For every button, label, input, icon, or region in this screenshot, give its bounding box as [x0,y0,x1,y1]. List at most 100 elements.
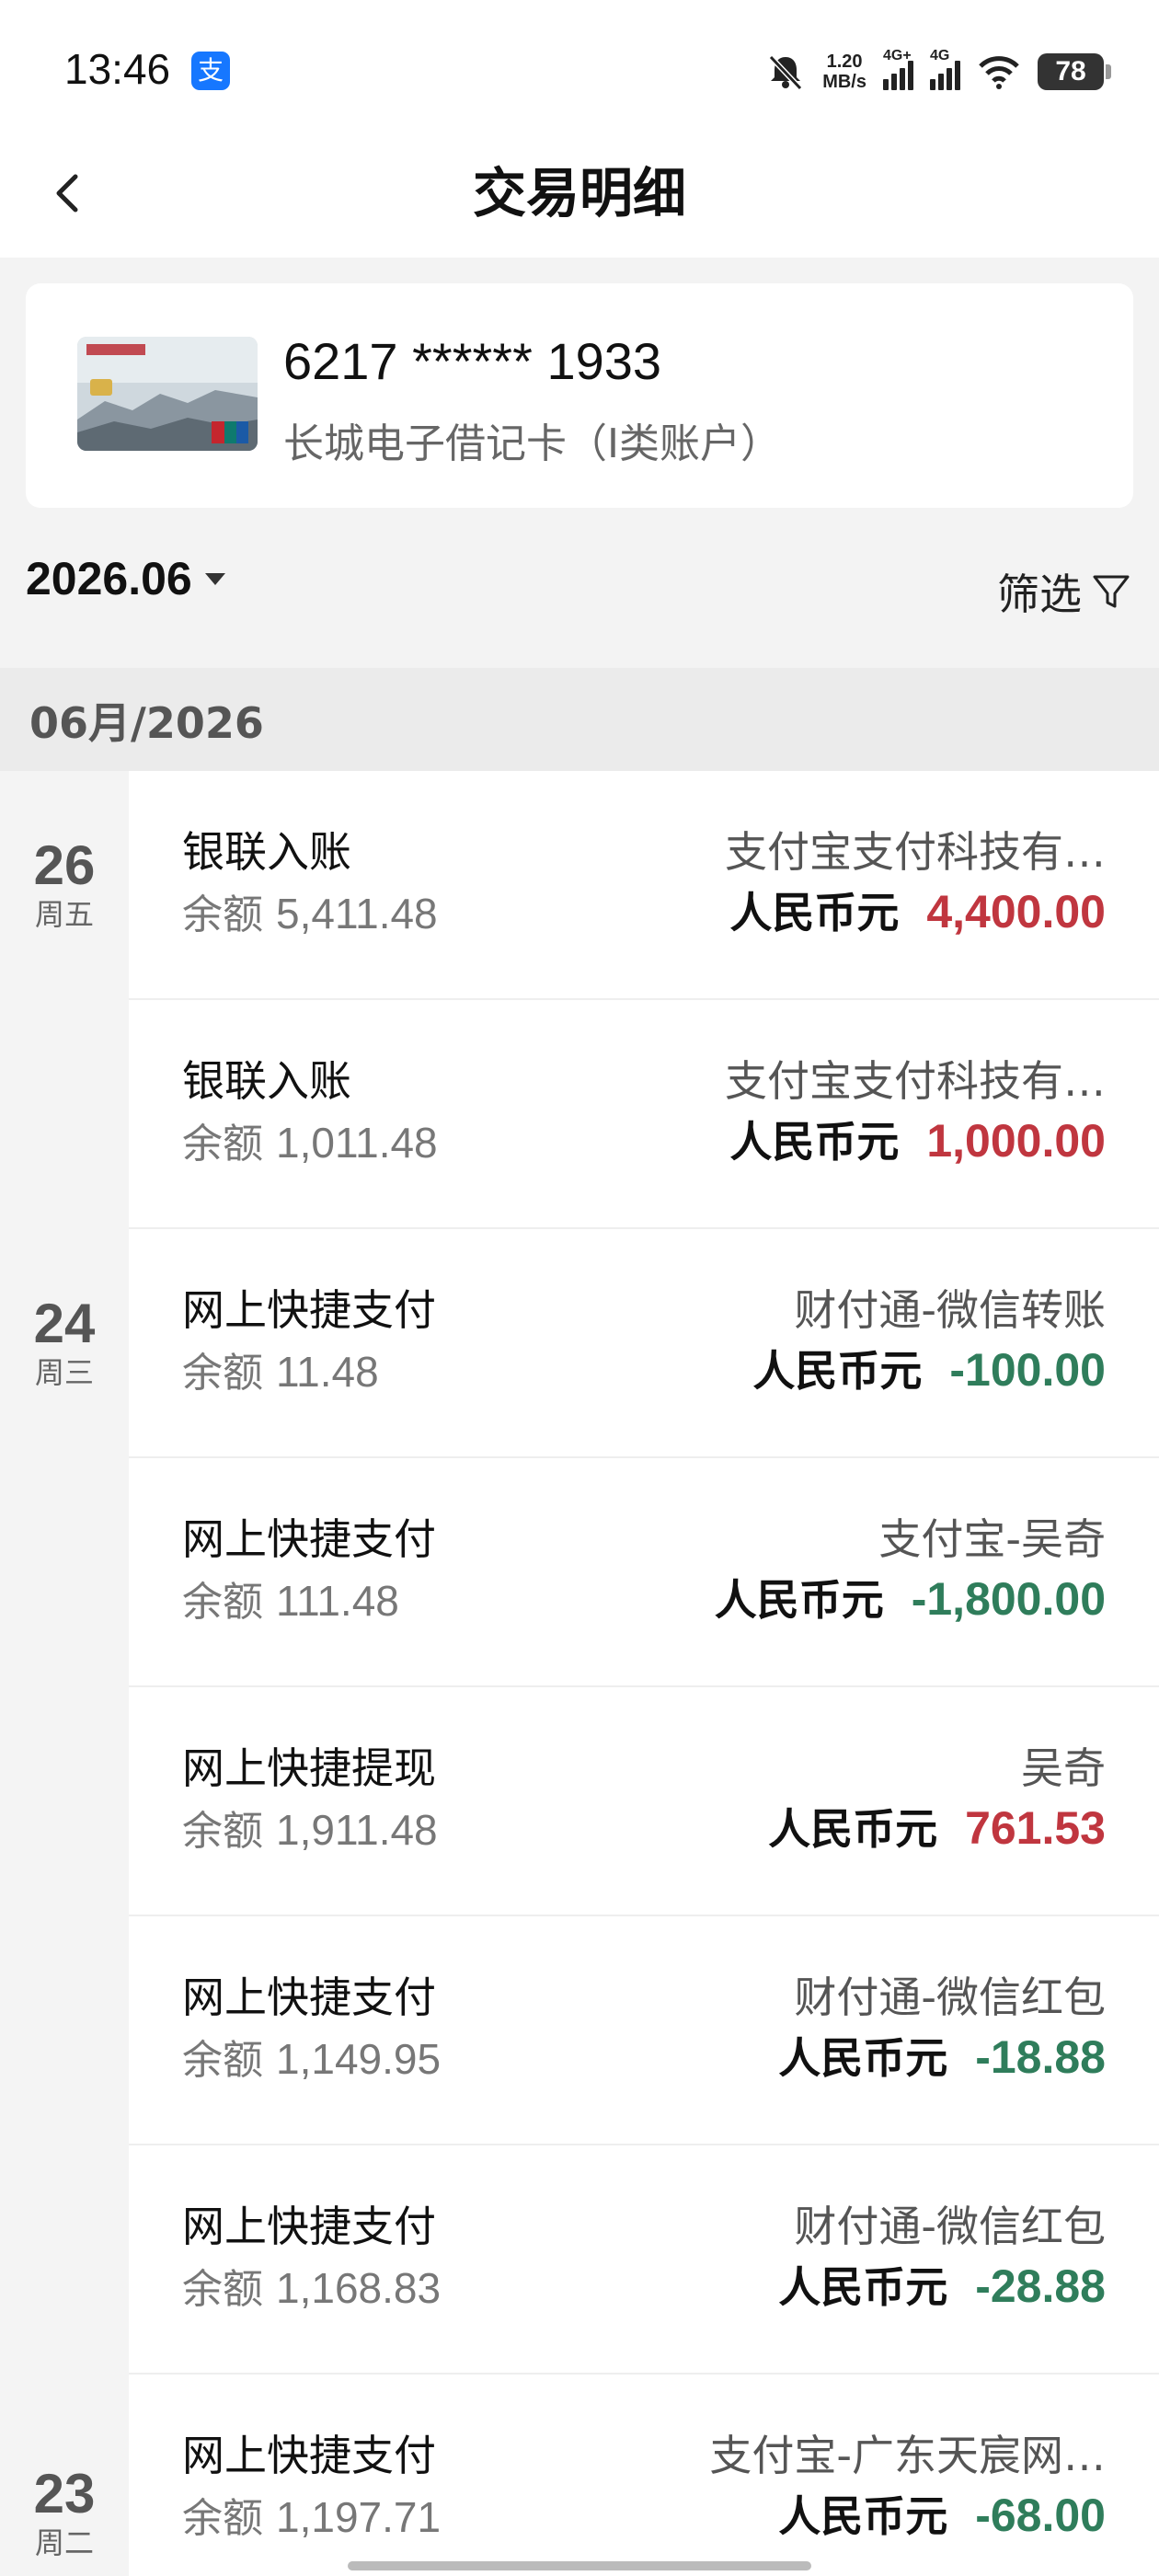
counterparty: 吴奇 [1021,1743,1106,1793]
signal-icon: 4G+ [883,48,913,90]
day-number: 26 [33,834,96,896]
month-value: 2026.06 [26,553,192,604]
transaction-balance: 余额 1,168.83 [182,2256,441,2315]
transaction-balance: 余额 5,411.48 [182,881,438,940]
date-column: 26 周五 24 周三 23 周二 [0,771,129,2576]
transaction-amount: -1,800.00 [911,1573,1106,1625]
balance-value: 1,197.71 [276,2493,442,2541]
page-title: 交易明细 [472,162,686,224]
battery-icon: 78 [1038,53,1111,90]
transaction-row[interactable]: 银联入账 余额 1,011.48 支付宝支付科技有… 人民币元 1,000.00 [129,1000,1159,1229]
counterparty: 财付通-微信红包 [794,2202,1106,2251]
transaction-amount: -28.88 [975,2260,1106,2312]
balance-value: 1,149.95 [276,2035,442,2083]
counterparty: 支付宝-广东天宸网… [709,2431,1106,2480]
transaction-type: 网上快捷支付 [182,2431,436,2480]
net-speed: 1.20 MB/s [822,52,866,92]
transaction-type: 银联入账 [182,1056,351,1106]
amount-line: 人民币元 -68.00 [778,2483,1106,2544]
amount-line: 人民币元 -100.00 [752,1338,1106,1398]
transaction-type: 网上快捷提现 [182,1743,436,1793]
transaction-type: 网上快捷支付 [182,1285,436,1335]
balance-label: 余额 [182,1121,263,1167]
balance-label: 余额 [182,2037,263,2084]
transaction-type: 银联入账 [182,827,351,877]
balance-label: 余额 [182,2495,263,2542]
amount-line: 人民币元 -1,800.00 [715,1567,1106,1627]
balance-label: 余额 [182,1350,263,1397]
transaction-row[interactable]: 银联入账 余额 5,411.48 支付宝支付科技有… 人民币元 4,400.00 [129,771,1159,1000]
alipay-icon: 支 [191,52,230,90]
filter-button[interactable]: 筛选 [997,561,1131,622]
counterparty: 支付宝支付科技有… [725,827,1106,877]
counterparty: 财付通-微信红包 [794,1972,1106,2022]
mute-bell-icon [769,54,803,91]
status-icons: 1.20 MB/s 4G+ 4G 78 [765,44,1111,99]
transaction-balance: 余额 1,911.48 [182,1798,438,1857]
amount-line: 人民币元 -28.88 [778,2254,1106,2315]
weekday: 周三 [34,1355,94,1390]
transaction-amount: -18.88 [975,2031,1106,2083]
caret-down-icon [204,572,225,585]
transaction-balance: 余额 11.48 [182,1340,379,1398]
currency-label: 人民币元 [714,1575,884,1625]
balance-value: 1,911.48 [276,1806,438,1854]
month-section-header: 06月/2026 [0,668,1159,771]
currency-label: 人民币元 [729,888,900,937]
transaction-amount: 1,000.00 [926,1115,1106,1167]
counterparty: 财付通-微信转账 [794,1285,1106,1335]
filter-bar: 2026.06 筛选 [0,552,1159,635]
nav-bar: 交易明细 [0,138,1159,258]
amount-line: 人民币元 761.53 [768,1796,1106,1857]
currency-label: 人民币元 [778,2491,948,2541]
month-picker[interactable]: 2026.06 [26,552,225,605]
weekday: 周二 [34,2525,94,2560]
transaction-balance: 余额 1,149.95 [182,2027,441,2086]
card-number: 6217 ****** 1933 [283,332,662,390]
balance-value: 111.48 [276,1577,399,1625]
transaction-row[interactable]: 网上快捷支付 余额 1,197.71 支付宝-广东天宸网… 人民币元 -68.00 [129,2375,1159,2576]
counterparty: 支付宝支付科技有… [725,1056,1106,1106]
day-number: 24 [33,1293,96,1354]
currency-label: 人民币元 [752,1346,923,1396]
funnel-icon [1093,575,1130,608]
amount-line: 人民币元 1,000.00 [729,1109,1106,1169]
card-name: 长城电子借记卡（I类账户） [283,420,781,467]
filter-label: 筛选 [997,569,1082,619]
weekday: 周五 [34,897,94,932]
month-section-label: 06月/2026 [29,698,264,748]
transaction-row[interactable]: 网上快捷支付 余额 111.48 支付宝-吴奇人民币元 -1,800.00 [129,1458,1159,1687]
balance-value: 1,168.83 [276,2264,442,2312]
balance-label: 余额 [182,2266,263,2313]
day-label: 23 周二 [0,2464,129,2561]
transaction-balance: 余额 1,011.48 [182,1110,438,1169]
currency-label: 人民币元 [729,1117,900,1167]
transaction-row[interactable]: 网上快捷支付 余额 1,168.83 财付通-微信红包 人民币元 -28.88 [129,2145,1159,2375]
transaction-amount: -68.00 [975,2490,1106,2541]
transaction-balance: 余额 1,197.71 [182,2485,441,2544]
transaction-row[interactable]: 网上快捷支付 余额 11.48 财付通-微信转账人民币元 -100.00 [129,1229,1159,1458]
transaction-balance: 余额 111.48 [182,1569,399,1627]
transaction-row[interactable]: 网上快捷支付 余额 1,149.95 财付通-微信红包人民币元 -18.88 [129,1916,1159,2145]
bank-card-image [77,337,258,451]
amount-line: 人民币元 -18.88 [778,2025,1106,2086]
transaction-type: 网上快捷支付 [182,1514,436,1564]
balance-label: 余额 [182,1579,263,1626]
day-number: 23 [33,2463,96,2524]
transaction-row[interactable]: 网上快捷提现 余额 1,911.48 吴奇人民币元 761.53 [129,1687,1159,1916]
balance-value: 5,411.48 [276,890,438,937]
balance-value: 11.48 [276,1348,379,1396]
status-bar: 13:46 支 1.20 MB/s 4G+ 4G 78 [0,0,1159,138]
balance-label: 余额 [182,1808,263,1855]
counterparty: 支付宝-吴奇 [878,1514,1106,1564]
transaction-amount: 761.53 [965,1802,1106,1854]
currency-label: 人民币元 [768,1804,938,1854]
transaction-type: 网上快捷支付 [182,1972,436,2022]
account-card[interactable]: 6217 ****** 1933 长城电子借记卡（I类账户） [26,283,1133,508]
transaction-amount: -100.00 [949,1344,1106,1396]
day-label: 24 周三 [0,1294,129,1391]
day-label: 26 周五 [0,835,129,933]
status-time: 13:46 [64,45,171,93]
currency-label: 人民币元 [778,2033,948,2083]
currency-label: 人民币元 [778,2262,948,2312]
